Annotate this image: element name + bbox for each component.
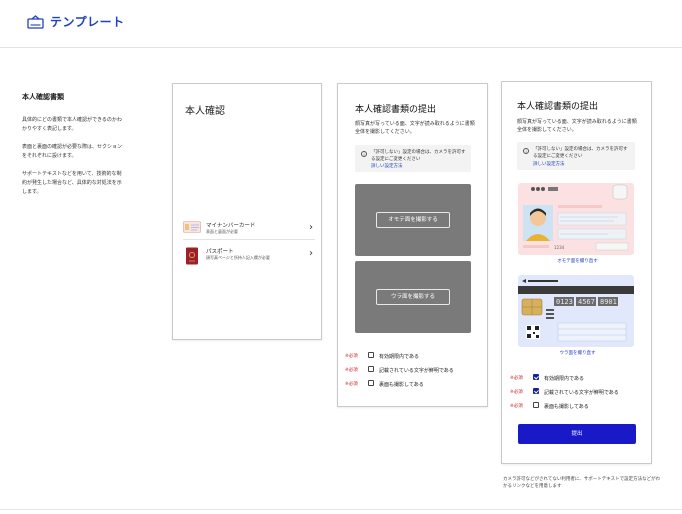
notice-text: 「許可しない」設定の場合は、カメラを許可する設定にご変更ください [371,150,466,162]
checkbox-checked[interactable] [533,374,539,380]
retake-back-link[interactable]: ウラ面を撮り直す [502,350,653,356]
option-label: パスポート [206,249,234,255]
check-label: 記載されている文字が鮮明である [544,389,619,396]
required-label: ※必須 [345,382,358,387]
checkbox[interactable] [368,352,374,358]
card-title: 本人確認書類の提出 [517,102,599,112]
intro-paragraph: 表面と裏面の確認が必要な際は、セクションをそれぞれに設けます。 [22,144,123,159]
document-select-card: 本人確認 マイナンバーカード 表面と裏面が必要 › パスポート 顔写真ページと所… [172,83,322,340]
card-number-block: 0123 [556,298,573,306]
required-label: ※必須 [345,354,358,359]
divider [183,239,315,240]
intro-paragraph: 具体的にどの書類で本人確認ができるのかわかりやすく表記します。 [22,117,122,132]
front-capture-area: オモテ面を撮影する [355,184,471,256]
card-description: 顔写真が写っている面、文字が読み取れるように書類全体を撮影してください。 [355,121,475,135]
checkbox[interactable] [368,366,374,372]
back-card-image: 0123 4567 8901 [518,275,634,347]
footnote: カメラ許可などがされてない利用者に、サポートテキストで設定方法などがわかるリンク… [503,477,661,489]
info-icon: i [361,151,367,157]
option-label: マイナンバーカード [206,223,256,229]
required-label: ※必須 [510,404,523,409]
card-number-fragment: 1234 [554,245,565,250]
my-number-card-option[interactable]: マイナンバーカード 表面と裏面が必要 › [183,220,315,244]
checkbox-checked[interactable] [533,388,539,394]
submit-button[interactable]: 提出 [518,424,636,444]
option-sublabel: 顔写真ページと所持人記入欄が必要 [206,255,270,260]
confirm-card: 本人確認書類の提出 顔写真が写っている面、文字が読み取れるように書類全体を撮影し… [501,81,652,464]
back-capture-area: ウラ面を撮影する [355,261,471,333]
intro-paragraph: サポートテキストなどを用いて、技術的な制約が発生した場合など、具体的な対処法を示… [22,171,122,195]
card-title: 本人確認 [185,106,225,117]
info-icon: i [523,148,529,154]
capture-front-button[interactable]: オモテ面を撮影する [376,212,450,228]
check-label: 記載されている文字が鮮明である [379,367,454,374]
card-description: 顔写真が写っている面、文字が読み取れるように書類全体を撮影してください。 [517,119,637,133]
notice-text: 「許可しない」設定の場合は、カメラを許可する設定にご変更ください [533,147,628,159]
check-label: 有効期限内である [544,375,584,382]
app-header: テンプレート [0,0,682,48]
capture-card: 本人確認書類の提出 顔写真が写っている面、文字が読み取れるように書類全体を撮影し… [337,83,488,407]
passport-icon [186,247,198,265]
checkbox[interactable] [368,380,374,386]
front-card-image: 1234 [518,183,634,255]
card-number-block: 4567 [578,298,595,306]
camera-notice: i 「許可しない」設定の場合は、カメラを許可する設定にご変更ください 詳しい設定… [355,145,471,172]
my-number-card-icon [183,221,201,233]
capture-back-button[interactable]: ウラ面を撮影する [376,289,450,305]
check-label: 有効期限内である [379,353,419,360]
app-title: テンプレート [50,15,125,29]
checkbox[interactable] [533,402,539,408]
required-label: ※必須 [510,376,523,381]
settings-help-link[interactable]: 詳しい設定方法 [371,163,403,169]
intro-section: 本人確認書類 具体的にどの書類で本人確認ができるのかわかりやすく表記します。 表… [22,92,122,206]
chevron-right-icon: › [309,248,313,259]
settings-help-link[interactable]: 詳しい設定方法 [533,161,565,167]
retake-front-link[interactable]: オモテ面を撮り直す [502,258,653,264]
brand: テンプレート [27,13,125,30]
camera-notice: i 「許可しない」設定の場合は、カメラを許可する設定にご変更ください 詳しい設定… [517,142,635,170]
card-title: 本人確認書類の提出 [355,105,437,115]
option-sublabel: 表面と裏面が必要 [206,229,238,234]
check-label: 裏面も撮影してある [379,381,424,388]
divider [0,509,682,510]
check-label: 裏面も撮影してある [544,403,589,410]
card-number-block: 8901 [600,298,617,306]
passport-option[interactable]: パスポート 顔写真ページと所持人記入欄が必要 › [183,246,315,270]
required-label: ※必須 [510,390,523,395]
required-label: ※必須 [345,368,358,373]
id-card-icon [27,14,44,29]
chevron-right-icon: › [309,222,313,233]
intro-heading: 本人確認書類 [22,93,64,101]
